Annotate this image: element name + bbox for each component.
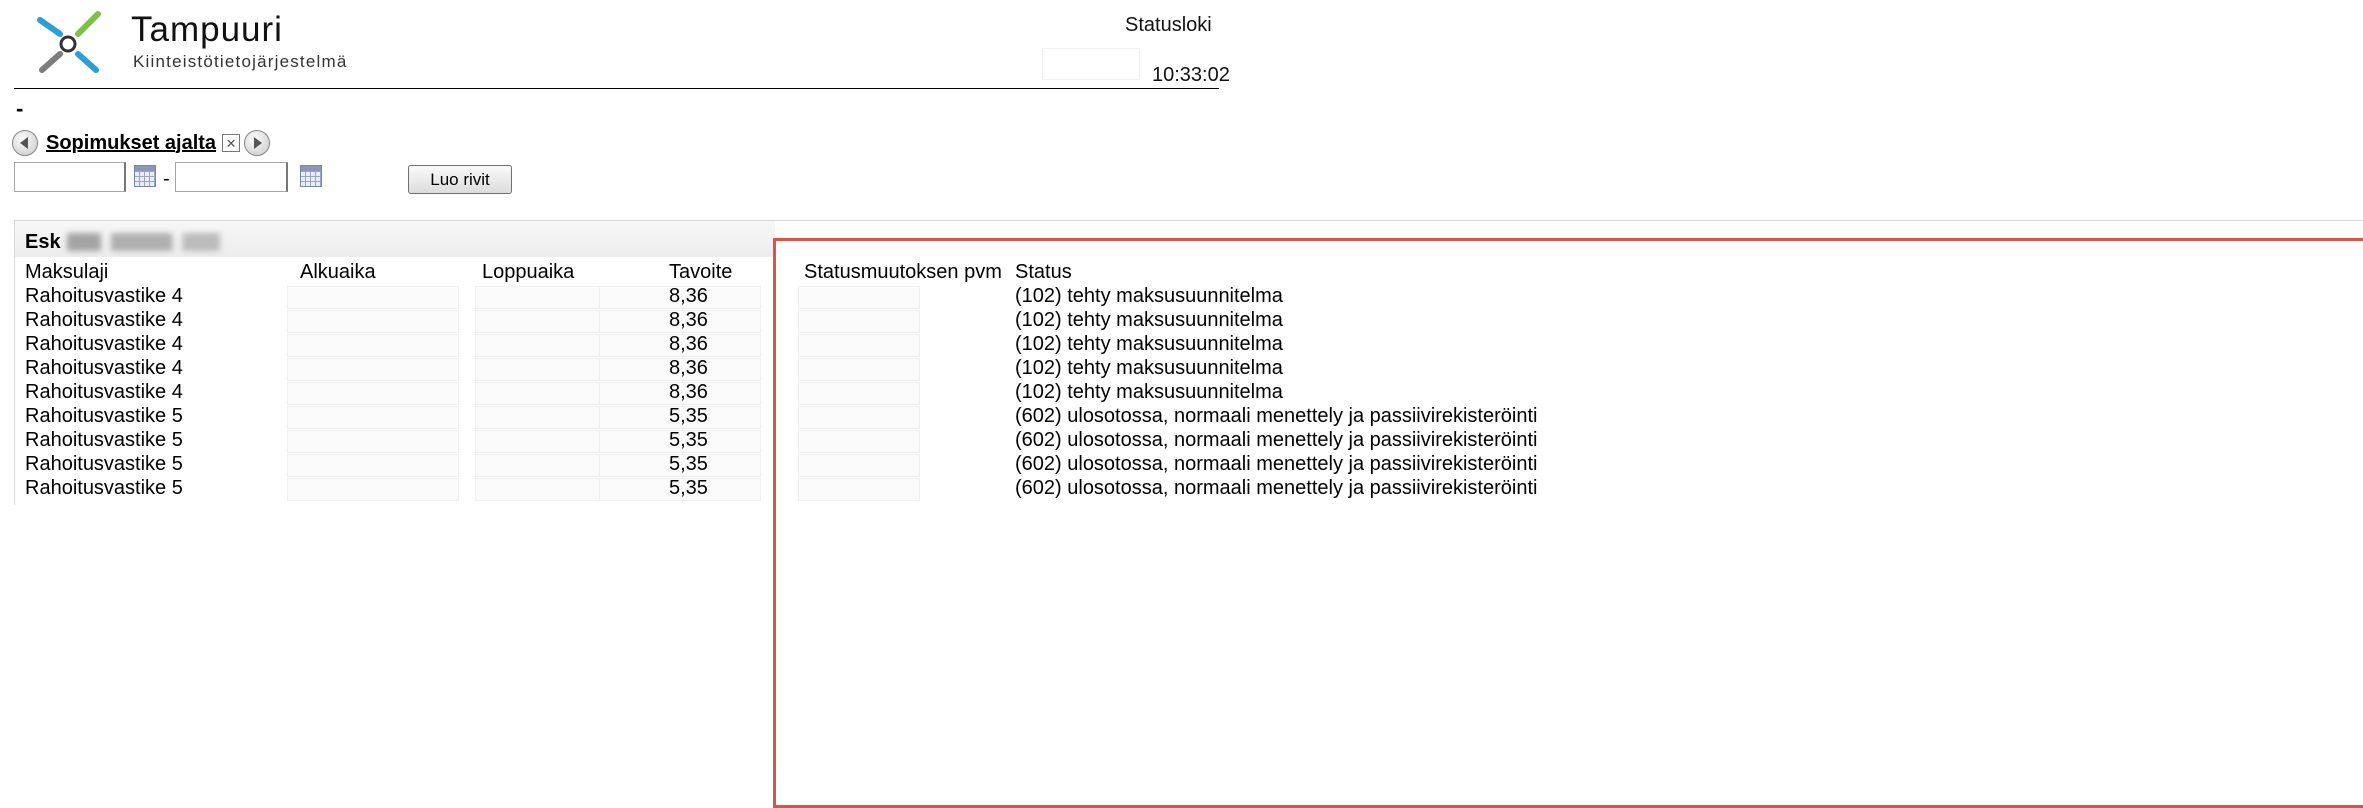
cell-background: [798, 478, 920, 501]
clock: 10:33:02: [1152, 64, 1230, 86]
close-icon: ✕: [225, 135, 237, 151]
table-row[interactable]: Rahoitusvastike 5 5,35 (602) ulosotossa, n…: [15, 453, 1555, 477]
start-date-input[interactable]: [14, 162, 126, 192]
col-header-tavoite: Tavoite: [669, 261, 733, 283]
table-header-bar: Esk: [15, 221, 775, 257]
page-dash: -: [16, 96, 24, 121]
cell-background: [287, 478, 459, 501]
cell-status: (602) ulosotossa, normaali menettely ja …: [1015, 429, 1538, 451]
cell-background: [287, 334, 459, 357]
cell-background: [287, 286, 459, 309]
cell-tavoite: 8,36: [669, 309, 708, 331]
cell-maksulaji: Rahoitusvastike 5: [25, 405, 183, 427]
cell-background: [287, 382, 459, 405]
cell-status: (102) tehty maksusuunnitelma: [1015, 285, 1283, 307]
cell-maksulaji: Rahoitusvastike 4: [25, 357, 183, 379]
status-log-link[interactable]: Statusloki: [1125, 14, 1212, 37]
cell-maksulaji: Rahoitusvastike 5: [25, 453, 183, 475]
table-row[interactable]: Rahoitusvastike 4 8,36 (102) tehty maksusu…: [15, 285, 1555, 309]
end-calendar-icon[interactable]: [300, 165, 322, 187]
contracts-period-label[interactable]: Sopimukset ajalta: [46, 132, 216, 155]
col-header-alkuaika: Alkuaika: [300, 261, 376, 283]
next-period-button[interactable]: [244, 130, 271, 156]
cell-background: [287, 454, 459, 477]
cell-background: [798, 334, 920, 357]
cell-maksulaji: Rahoitusvastike 4: [25, 333, 183, 355]
redacted-name: [67, 233, 237, 251]
col-header-loppuaika: Loppuaika: [482, 261, 575, 283]
cell-maksulaji: Rahoitusvastike 5: [25, 429, 183, 451]
cell-tavoite: 8,36: [669, 357, 708, 379]
arrow-right-icon: [254, 137, 263, 149]
col-header-status: Status: [1015, 261, 1072, 283]
cell-tavoite: 5,35: [669, 429, 708, 451]
header-divider: [14, 88, 1219, 89]
cell-background: [287, 310, 459, 333]
cell-status: (102) tehty maksusuunnitelma: [1015, 309, 1283, 331]
cell-background: [798, 286, 920, 309]
cell-background: [798, 430, 920, 453]
tampuuri-logo: [30, 10, 110, 80]
cell-background: [798, 406, 920, 429]
col-header-maksulaji: Maksulaji: [25, 261, 109, 283]
create-rows-button[interactable]: Luo rivit: [408, 165, 512, 194]
cell-maksulaji: Rahoitusvastike 4: [25, 309, 183, 331]
table-row[interactable]: Rahoitusvastike 5 5,35 (602) ulosotossa, n…: [15, 477, 1555, 501]
start-calendar-icon[interactable]: [134, 165, 156, 187]
date-range-separator: -: [163, 168, 170, 190]
cell-background: [798, 310, 920, 333]
brand-subtitle: Kiinteistötietojärjestelmä: [133, 52, 348, 71]
cell-background: [287, 358, 459, 381]
cell-background: [798, 382, 920, 405]
cell-status: (602) ulosotossa, normaali menettely ja …: [1015, 453, 1538, 475]
logo-mark-icon: [37, 11, 101, 73]
cell-maksulaji: Rahoitusvastike 4: [25, 285, 183, 307]
period-nav: Sopimukset ajalta ✕: [12, 130, 271, 156]
cell-background: [798, 358, 920, 381]
cell-tavoite: 5,35: [669, 453, 708, 475]
table-row[interactable]: Rahoitusvastike 5 5,35 (602) ulosotossa, n…: [15, 429, 1555, 453]
contracts-table: Esk Maksulaji Alkuaika Loppuaika Tavoite…: [14, 220, 2363, 505]
cell-tavoite: 5,35: [669, 405, 708, 427]
end-date-input[interactable]: [175, 162, 288, 192]
brand-title: Tampuuri: [131, 10, 283, 49]
cell-status: (102) tehty maksusuunnitelma: [1015, 357, 1283, 379]
arrow-left-icon: [20, 137, 28, 149]
cell-tavoite: 5,35: [669, 477, 708, 499]
cell-background: [287, 406, 459, 429]
cell-maksulaji: Rahoitusvastike 5: [25, 477, 183, 499]
table-title: Esk: [25, 231, 61, 253]
col-header-statusmuutoksen-pvm: Statusmuutoksen pvm: [804, 261, 1002, 283]
cell-background: [287, 430, 459, 453]
cell-status: (602) ulosotossa, normaali menettely ja …: [1015, 477, 1538, 499]
status-field: [1042, 48, 1140, 80]
previous-period-button[interactable]: [12, 130, 38, 156]
cell-tavoite: 8,36: [669, 333, 708, 355]
cell-tavoite: 8,36: [669, 285, 708, 307]
cell-status: (102) tehty maksusuunnitelma: [1015, 333, 1283, 355]
clear-period-button[interactable]: ✕: [222, 134, 241, 152]
cell-background: [798, 454, 920, 477]
cell-tavoite: 8,36: [669, 381, 708, 403]
cell-maksulaji: Rahoitusvastike 4: [25, 381, 183, 403]
table-row[interactable]: Rahoitusvastike 4 8,36 (102) tehty maksusu…: [15, 333, 1555, 357]
table-row[interactable]: Rahoitusvastike 4 8,36 (102) tehty maksusu…: [15, 381, 1555, 405]
table-row[interactable]: Rahoitusvastike 4 8,36 (102) tehty maksusu…: [15, 309, 1555, 333]
table-row[interactable]: Rahoitusvastike 4 8,36 (102) tehty maksusu…: [15, 357, 1555, 381]
table-row[interactable]: Rahoitusvastike 5 5,35 (602) ulosotossa, n…: [15, 405, 1555, 429]
cell-status: (602) ulosotossa, normaali menettely ja …: [1015, 405, 1538, 427]
cell-status: (102) tehty maksusuunnitelma: [1015, 381, 1283, 403]
